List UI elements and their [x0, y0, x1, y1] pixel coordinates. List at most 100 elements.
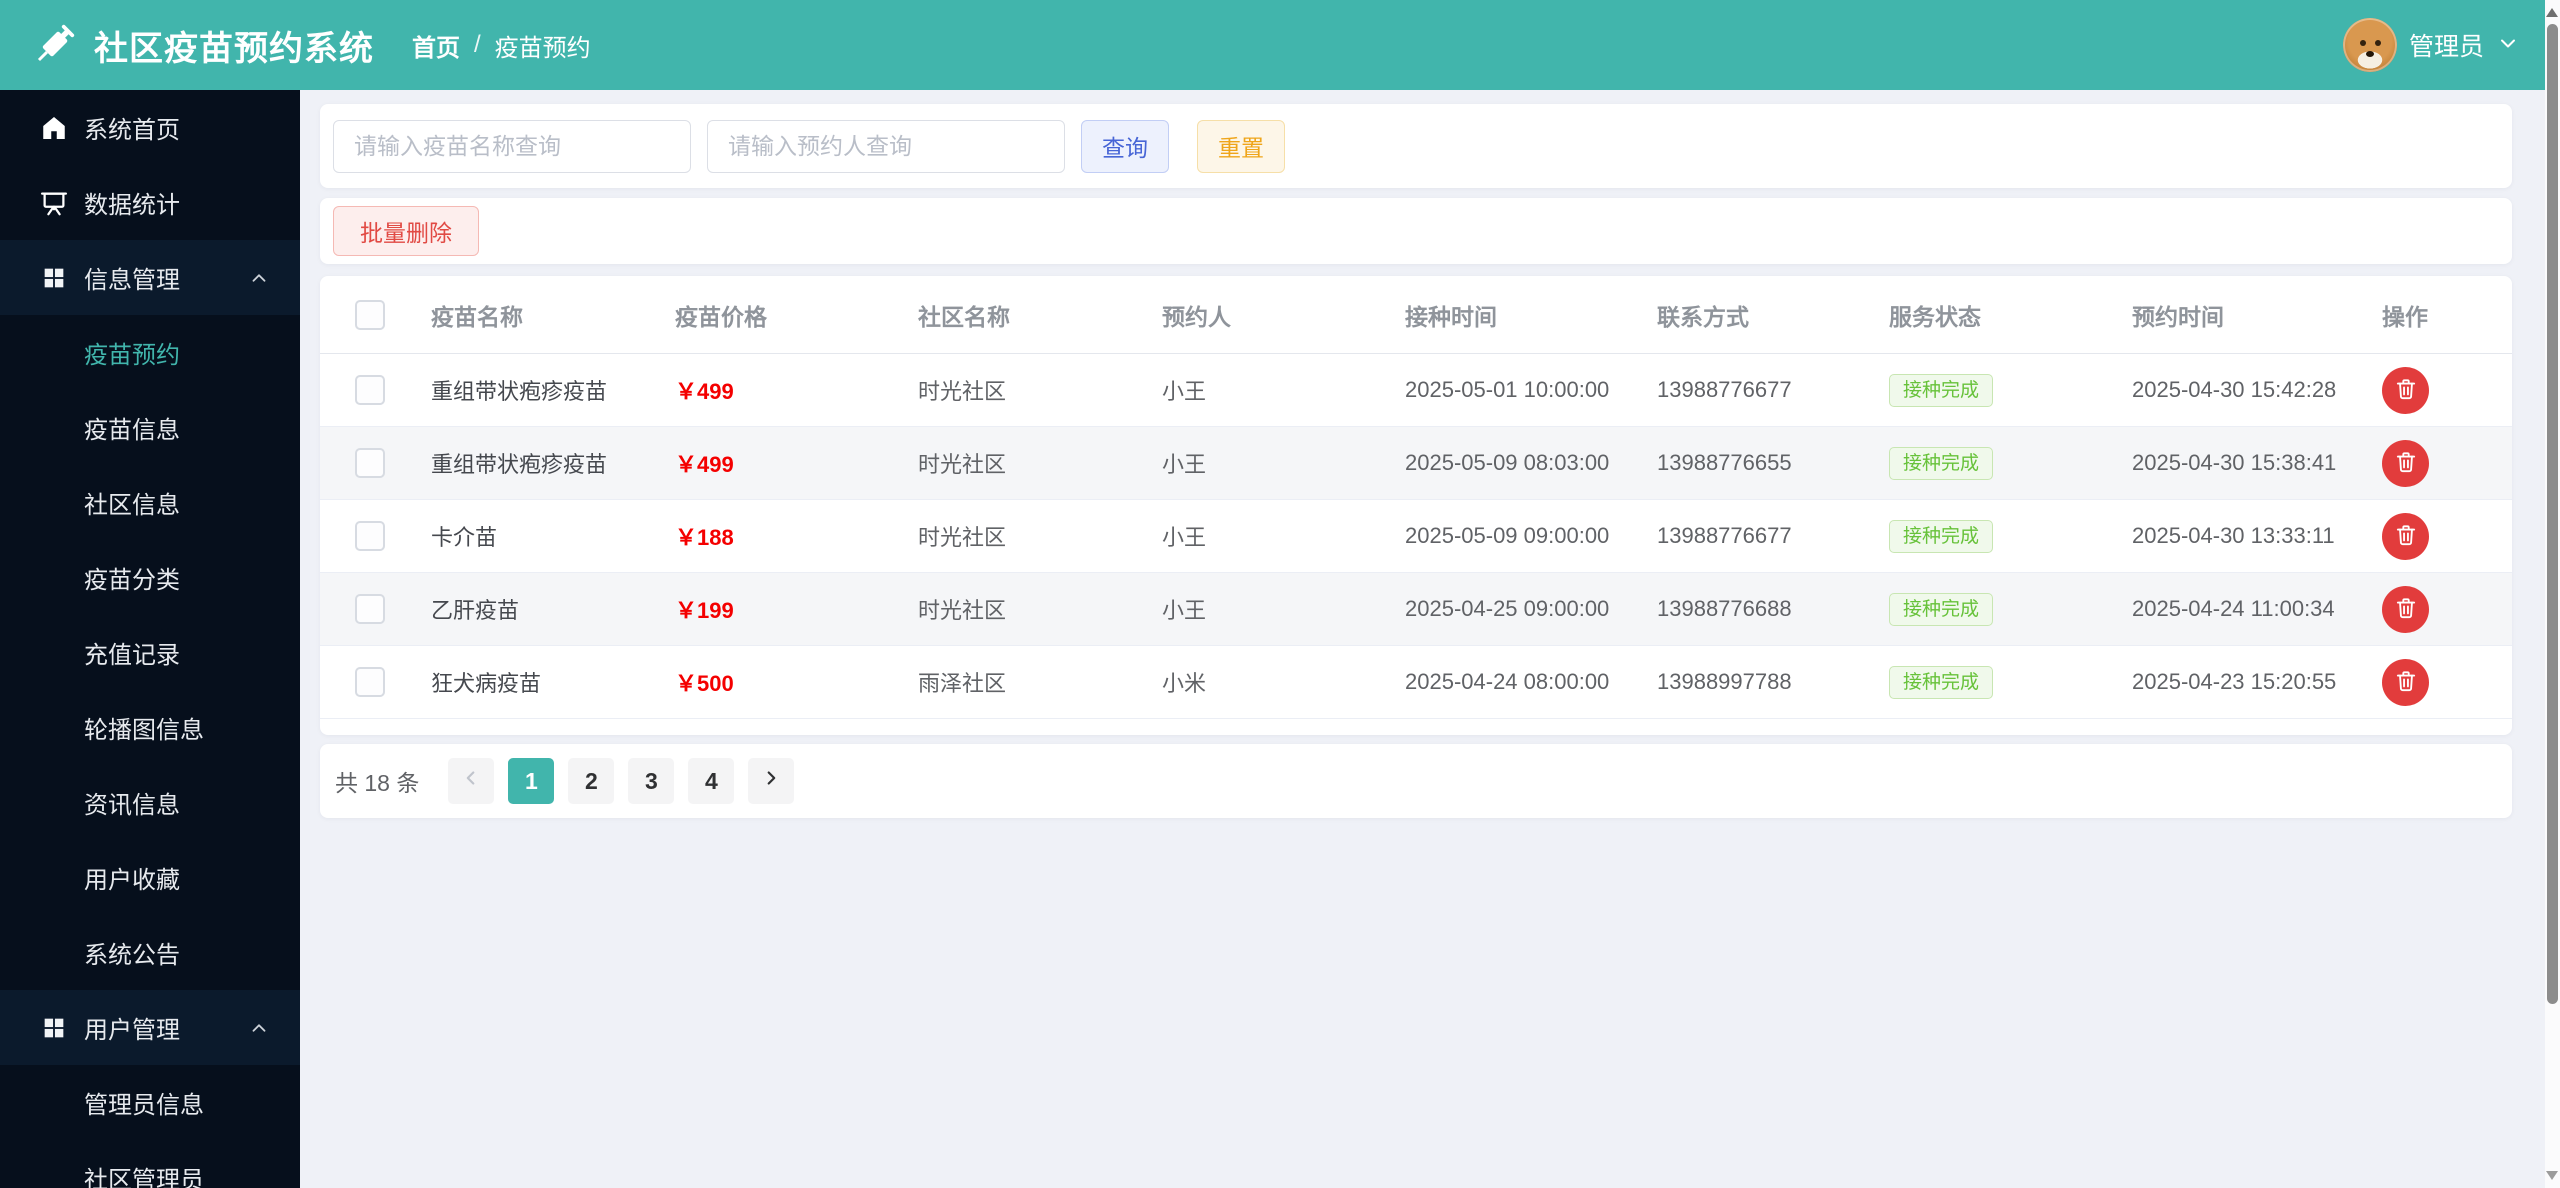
- cell-inoculate-time: 2025-04-25 09:00:00: [1405, 596, 1610, 621]
- user-menu[interactable]: 管理员: [2342, 18, 2520, 72]
- cell-person: 小王: [1162, 525, 1207, 550]
- cell-phone: 13988776677: [1657, 523, 1792, 548]
- trash-icon: [2393, 668, 2419, 697]
- next-page-button[interactable]: [748, 758, 795, 804]
- table-header-row: 疫苗名称 疫苗价格 社区名称 预约人 接种时间 联系方式 服务状态 预约时间 操…: [320, 276, 2512, 354]
- column-header-community-name: 社区名称: [918, 303, 1010, 330]
- sidebar-item-data-statistics[interactable]: 数据统计: [0, 165, 300, 240]
- cell-community-name: 时光社区: [918, 452, 1007, 477]
- chevron-up-icon: [248, 1017, 270, 1039]
- sidebar-item-carousel-info[interactable]: 轮播图信息: [0, 690, 300, 765]
- sidebar-item-system-notice[interactable]: 系统公告: [0, 915, 300, 990]
- chevron-left-icon: [460, 767, 482, 795]
- row-checkbox[interactable]: [355, 375, 385, 405]
- delete-button[interactable]: [2382, 366, 2429, 414]
- status-badge: 接种完成: [1889, 519, 1994, 553]
- cell-inoculate-time: 2025-05-09 09:00:00: [1405, 523, 1610, 548]
- sidebar-item-vaccine-reservation[interactable]: 疫苗预约: [0, 315, 300, 390]
- cell-vaccine-name: 重组带状疱疹疫苗: [431, 452, 608, 477]
- cell-reserve-time: 2025-04-30 15:38:41: [2132, 450, 2337, 475]
- cell-vaccine-name: 乙肝疫苗: [431, 598, 520, 623]
- select-all-checkbox[interactable]: [355, 299, 385, 330]
- cell-reserve-time: 2025-04-30 13:33:11: [2132, 523, 2335, 548]
- breadcrumb-home[interactable]: 首页: [412, 28, 460, 63]
- sidebar-group-label: 用户管理: [84, 1017, 180, 1044]
- reset-button[interactable]: 重置: [1197, 119, 1285, 173]
- sidebar-item-system-home[interactable]: 系统首页: [0, 90, 300, 165]
- column-header-person: 预约人: [1162, 303, 1231, 330]
- page-button-4[interactable]: 4: [688, 758, 735, 804]
- sidebar-item-label: 疫苗信息: [84, 417, 180, 444]
- sidebar-item-label: 系统公告: [84, 942, 180, 969]
- page-button-3[interactable]: 3: [628, 758, 675, 804]
- scrollbar-thumb[interactable]: [2547, 24, 2558, 1004]
- status-badge: 接种完成: [1889, 665, 1994, 699]
- cell-person: 小王: [1162, 452, 1207, 477]
- cell-inoculate-time: 2025-05-01 10:00:00: [1405, 377, 1610, 402]
- sidebar-item-community-info[interactable]: 社区信息: [0, 465, 300, 540]
- scrollbar[interactable]: [2545, 0, 2560, 1188]
- search-panel: 查询 重置: [320, 104, 2512, 188]
- sidebar-item-recharge-records[interactable]: 充值记录: [0, 615, 300, 690]
- cell-phone: 13988776655: [1657, 450, 1792, 475]
- sidebar-item-label: 社区信息: [84, 492, 180, 519]
- sidebar-group-label: 信息管理: [84, 267, 180, 294]
- sidebar-item-label: 系统首页: [84, 117, 180, 144]
- batch-delete-button[interactable]: 批量删除: [333, 206, 479, 256]
- avatar[interactable]: [2342, 18, 2397, 72]
- sidebar-item-user-favorites[interactable]: 用户收藏: [0, 840, 300, 915]
- row-checkbox[interactable]: [355, 667, 385, 697]
- sidebar-item-label: 用户收藏: [84, 867, 180, 894]
- cell-reserve-time: 2025-04-23 15:20:55: [2132, 669, 2337, 694]
- breadcrumb-current: 疫苗预约: [494, 34, 591, 62]
- cell-inoculate-time: 2025-04-24 08:00:00: [1405, 669, 1610, 694]
- cell-vaccine-price: ￥188: [675, 525, 734, 550]
- sidebar-item-label: 充值记录: [84, 642, 180, 669]
- sidebar-item-vaccine-info[interactable]: 疫苗信息: [0, 390, 300, 465]
- row-checkbox[interactable]: [355, 448, 385, 478]
- trash-icon: [2393, 522, 2419, 551]
- sidebar-item-label: 疫苗分类: [84, 567, 180, 594]
- trash-icon: [2393, 449, 2419, 478]
- app-title: 社区疫苗预约系统: [94, 29, 374, 68]
- scroll-up-arrow[interactable]: [2546, 8, 2558, 17]
- cell-vaccine-name: 狂犬病疫苗: [431, 671, 542, 696]
- person-search-input[interactable]: [707, 119, 1065, 173]
- page-button-2[interactable]: 2: [568, 758, 615, 804]
- sidebar-group-user-management[interactable]: 用户管理: [0, 990, 300, 1065]
- cell-reserve-time: 2025-04-24 11:00:34: [2132, 596, 2335, 621]
- vaccine-search-input[interactable]: [333, 119, 691, 173]
- table-row: 狂犬病疫苗 ￥500 雨泽社区 小米 2025-04-24 08:00:00 1…: [320, 646, 2512, 719]
- chevron-down-icon: [2496, 31, 2520, 60]
- grid-icon: [38, 1014, 70, 1042]
- sidebar-item-vaccine-category[interactable]: 疫苗分类: [0, 540, 300, 615]
- trash-icon: [2393, 376, 2419, 405]
- cell-vaccine-price: ￥199: [675, 598, 734, 623]
- home-icon: [38, 113, 70, 143]
- status-badge: 接种完成: [1889, 446, 1994, 480]
- syringe-icon: [28, 19, 80, 71]
- delete-button[interactable]: [2382, 512, 2429, 560]
- delete-button[interactable]: [2382, 439, 2429, 487]
- scroll-down-arrow[interactable]: [2546, 1171, 2558, 1180]
- table-row: 乙肝疫苗 ￥199 时光社区 小王 2025-04-25 09:00:00 13…: [320, 573, 2512, 646]
- sidebar-item-label: 轮播图信息: [84, 717, 204, 744]
- column-header-vaccine-price: 疫苗价格: [675, 303, 767, 330]
- sidebar-item-community-admin[interactable]: 社区管理员: [0, 1140, 300, 1188]
- row-checkbox[interactable]: [355, 521, 385, 551]
- grid-icon: [38, 264, 70, 292]
- delete-button[interactable]: [2382, 585, 2429, 633]
- sidebar-group-info-management[interactable]: 信息管理: [0, 240, 300, 315]
- delete-button[interactable]: [2382, 658, 2429, 706]
- sidebar-item-news-info[interactable]: 资讯信息: [0, 765, 300, 840]
- cell-vaccine-price: ￥500: [675, 671, 734, 696]
- cell-phone: 13988997788: [1657, 669, 1792, 694]
- sidebar-item-admin-info[interactable]: 管理员信息: [0, 1065, 300, 1140]
- query-button[interactable]: 查询: [1081, 119, 1169, 173]
- app-header: 社区疫苗预约系统 首页 / 疫苗预约 管理员: [0, 0, 2560, 90]
- prev-page-button[interactable]: [448, 758, 495, 804]
- table-row: 重组带状疱疹疫苗 ￥499 时光社区 小王 2025-05-09 08:03:0…: [320, 427, 2512, 500]
- cell-vaccine-price: ￥499: [675, 452, 734, 477]
- row-checkbox[interactable]: [355, 594, 385, 624]
- page-button-1[interactable]: 1: [508, 758, 555, 804]
